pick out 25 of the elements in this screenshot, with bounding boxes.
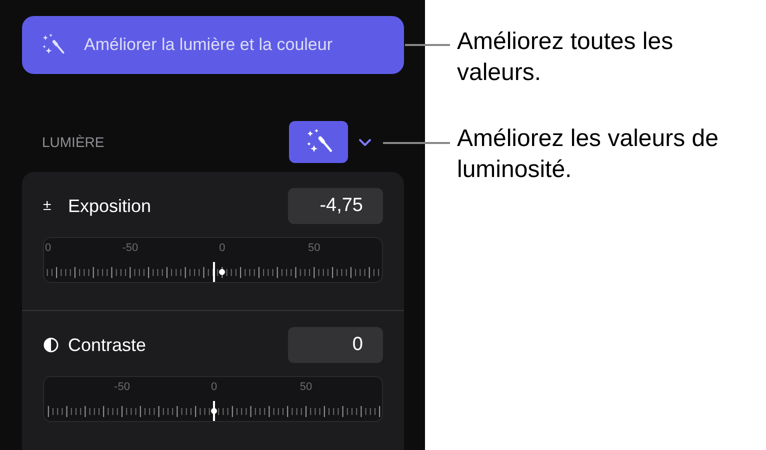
scale-label: -50 bbox=[122, 241, 138, 256]
slider-track[interactable]: -50 0 50 bbox=[43, 376, 383, 422]
chevron-icon[interactable] bbox=[358, 137, 372, 147]
scale-label: 50 bbox=[300, 380, 312, 395]
center-line bbox=[213, 401, 215, 421]
scale-label: 0 bbox=[219, 241, 226, 256]
scale-label: 0 bbox=[45, 241, 52, 256]
leader-line bbox=[405, 44, 450, 46]
plus-minus-icon: ± bbox=[43, 194, 59, 218]
contrast-icon bbox=[43, 337, 59, 353]
leader-line bbox=[383, 142, 450, 144]
slider-label: Exposition bbox=[68, 194, 152, 218]
auto-enhance-button[interactable] bbox=[289, 121, 348, 163]
callout-text: Améliorez toutes les valeurs. bbox=[457, 27, 674, 88]
enhance-button[interactable]: Améliorer la lumière et la couleur bbox=[22, 16, 404, 74]
value-field[interactable]: 0 bbox=[288, 327, 383, 363]
scale-label: 50 bbox=[308, 241, 320, 256]
scale-label: -50 bbox=[114, 380, 130, 395]
slider-label: Contraste bbox=[68, 334, 148, 356]
section-title: LUMIÈRE bbox=[42, 132, 106, 152]
scale-label: 0 bbox=[210, 380, 218, 395]
slider-track[interactable]: 0 -50 0 50 bbox=[43, 237, 383, 283]
callout-text: Améliorez les valeurs de luminosité. bbox=[457, 124, 720, 185]
center-line bbox=[213, 262, 215, 282]
value-field[interactable]: -4,75 bbox=[288, 188, 383, 224]
